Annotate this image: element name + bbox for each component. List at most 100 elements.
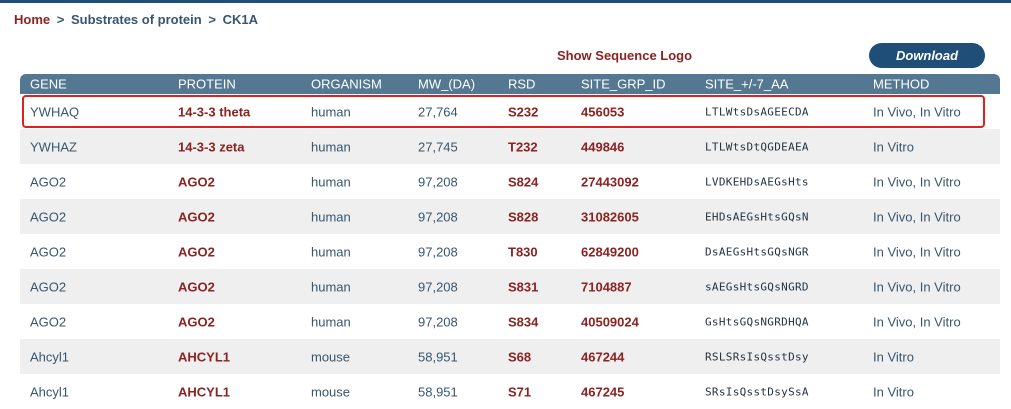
breadcrumb: Home > Substrates of protein > CK1A (14, 12, 258, 27)
cell-method: In Vitro (873, 139, 914, 154)
cell-mw: 27,764 (418, 104, 458, 119)
breadcrumb-separator: > (208, 12, 216, 27)
header-rsd[interactable]: RSD (508, 77, 535, 92)
cell-method: In Vivo, In Vitro (873, 279, 961, 294)
cell-site-grp-id-link[interactable]: 40509024 (581, 314, 639, 329)
header-method[interactable]: METHOD (873, 77, 929, 92)
table-row: YWHAQ 14-3-3 theta human 27,764 S232 456053 LT… (20, 94, 1000, 129)
cell-rsd-link[interactable]: S828 (508, 209, 538, 224)
table-row: AGO2 AGO2 human 97,208 S831 7104887 sAEGsHtsGQ… (20, 269, 1000, 304)
cell-method: In Vivo, In Vitro (873, 104, 961, 119)
cell-organism: mouse (311, 349, 351, 364)
cell-method: In Vivo, In Vitro (873, 244, 961, 259)
table-row: Ahcyl1 AHCYL1 mouse 58,951 S71 467245 SRsIsQss… (20, 374, 1000, 409)
cell-site-grp-id-link[interactable]: 62849200 (581, 244, 639, 259)
header-gene[interactable]: GENE (30, 77, 67, 92)
cell-mw: 97,208 (418, 174, 458, 189)
cell-organism: human (311, 174, 351, 189)
cell-protein-link[interactable]: AGO2 (178, 279, 215, 294)
cell-rsd-link[interactable]: S71 (508, 384, 531, 399)
cell-site-aa: DsAEGsHtsGQsNGR (705, 245, 809, 258)
breadcrumb-substrates-link[interactable]: Substrates of protein (71, 12, 202, 27)
cell-site-aa: EHDsAEGsHtsGQsN (705, 210, 809, 223)
cell-method: In Vivo, In Vitro (873, 314, 961, 329)
table-row: AGO2 AGO2 human 97,208 S828 31082605 EHDsAEGsH… (20, 199, 1000, 234)
breadcrumb-current: CK1A (222, 12, 258, 27)
cell-site-grp-id-link[interactable]: 27443092 (581, 174, 639, 189)
cell-mw: 27,745 (418, 139, 458, 154)
header-protein[interactable]: PROTEIN (178, 77, 236, 92)
cell-protein-link[interactable]: 14-3-3 zeta (178, 139, 244, 154)
cell-organism: human (311, 314, 351, 329)
cell-mw: 97,208 (418, 244, 458, 259)
cell-protein-link[interactable]: AHCYL1 (178, 349, 230, 364)
cell-protein-link[interactable]: AGO2 (178, 314, 215, 329)
cell-site-aa: RSLSRsIsQsstDsy (705, 350, 809, 363)
cell-gene: YWHAQ (30, 104, 80, 119)
cell-site-grp-id-link[interactable]: 467245 (581, 384, 624, 399)
cell-method: In Vivo, In Vitro (873, 174, 961, 189)
cell-protein-link[interactable]: AGO2 (178, 244, 215, 259)
cell-method: In Vitro (873, 384, 914, 399)
cell-method: In Vitro (873, 349, 914, 364)
cell-gene: AGO2 (30, 209, 67, 224)
cell-organism: human (311, 104, 351, 119)
breadcrumb-separator: > (56, 12, 65, 27)
cell-gene: AGO2 (30, 244, 67, 259)
cell-rsd-link[interactable]: S834 (508, 314, 538, 329)
cell-site-aa: SRsIsQsstDsySsA (705, 385, 809, 398)
cell-protein-link[interactable]: 14-3-3 theta (178, 104, 250, 119)
breadcrumb-home-link[interactable]: Home (14, 12, 50, 27)
cell-site-aa: sAEGsHtsGQsNGRD (705, 280, 809, 293)
cell-organism: human (311, 244, 351, 259)
substrates-table: GENE PROTEIN ORGANISM MW_(DA) RSD SITE_G… (20, 74, 1000, 409)
cell-protein-link[interactable]: AGO2 (178, 174, 215, 189)
top-rule (0, 0, 1011, 3)
cell-gene: AGO2 (30, 174, 67, 189)
cell-site-aa: LVDKEHDsAEGsHts (705, 175, 809, 188)
header-mw[interactable]: MW_(DA) (418, 77, 475, 92)
cell-site-grp-id-link[interactable]: 456053 (581, 104, 624, 119)
table-row: AGO2 AGO2 human 97,208 T830 62849200 DsAEGsHts… (20, 234, 1000, 269)
table-header: GENE PROTEIN ORGANISM MW_(DA) RSD SITE_G… (20, 74, 1000, 94)
cell-rsd-link[interactable]: S824 (508, 174, 538, 189)
cell-site-aa: LTLWtsDsAGEECDA (705, 105, 809, 118)
cell-rsd-link[interactable]: S232 (508, 104, 538, 119)
cell-rsd-link[interactable]: T232 (508, 139, 538, 154)
cell-rsd-link[interactable]: S68 (508, 349, 531, 364)
cell-site-grp-id-link[interactable]: 7104887 (581, 279, 632, 294)
cell-gene: Ahcyl1 (30, 349, 70, 364)
header-organism[interactable]: ORGANISM (311, 77, 382, 92)
cell-site-aa: GsHtsGQsNGRDHQA (705, 315, 809, 328)
cell-mw: 97,208 (418, 209, 458, 224)
cell-gene: AGO2 (30, 314, 67, 329)
table-row: AGO2 AGO2 human 97,208 S834 40509024 GsHtsGQsN… (20, 304, 1000, 339)
cell-organism: human (311, 279, 351, 294)
cell-site-grp-id-link[interactable]: 467244 (581, 349, 624, 364)
cell-rsd-link[interactable]: S831 (508, 279, 538, 294)
cell-mw: 58,951 (418, 384, 458, 399)
cell-gene: Ahcyl1 (30, 384, 70, 399)
download-button[interactable]: Download (869, 43, 985, 68)
cell-mw: 97,208 (418, 279, 458, 294)
cell-rsd-link[interactable]: T830 (508, 244, 538, 259)
header-site-grp-id[interactable]: SITE_GRP_ID (581, 77, 666, 92)
cell-mw: 58,951 (418, 349, 458, 364)
cell-site-grp-id-link[interactable]: 449846 (581, 139, 624, 154)
show-sequence-logo-link[interactable]: Show Sequence Logo (557, 48, 692, 63)
table-row: Ahcyl1 AHCYL1 mouse 58,951 S68 467244 RSLSRsIs… (20, 339, 1000, 374)
table-row: YWHAZ 14-3-3 zeta human 27,745 T232 449846 LTL… (20, 129, 1000, 164)
cell-organism: mouse (311, 384, 351, 399)
cell-protein-link[interactable]: AHCYL1 (178, 384, 230, 399)
cell-site-aa: LTLWtsDtQGDEAEA (705, 140, 809, 153)
cell-protein-link[interactable]: AGO2 (178, 209, 215, 224)
cell-mw: 97,208 (418, 314, 458, 329)
cell-organism: human (311, 209, 351, 224)
cell-site-grp-id-link[interactable]: 31082605 (581, 209, 639, 224)
cell-gene: YWHAZ (30, 139, 77, 154)
table-row: AGO2 AGO2 human 97,208 S824 27443092 LVDKEHDsA… (20, 164, 1000, 199)
cell-organism: human (311, 139, 351, 154)
cell-gene: AGO2 (30, 279, 67, 294)
cell-method: In Vivo, In Vitro (873, 209, 961, 224)
header-site-aa[interactable]: SITE_+/-7_AA (705, 77, 788, 92)
